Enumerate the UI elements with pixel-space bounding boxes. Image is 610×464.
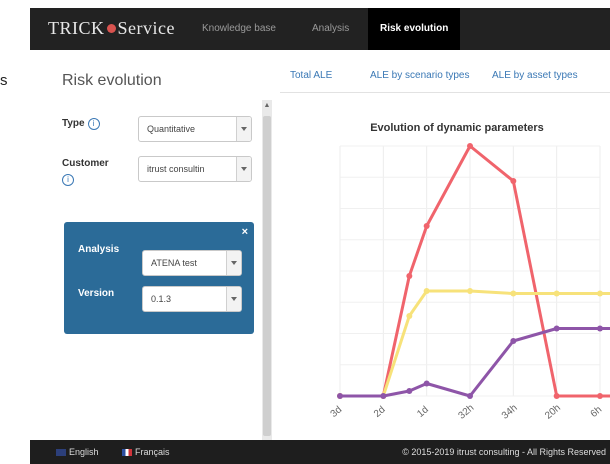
language-francais[interactable]: Français: [122, 447, 170, 457]
data-point-series-3: [467, 393, 473, 399]
analysis-selection-box: × Analysis ATENA test Version 0.1.3: [64, 222, 254, 334]
francais-label: Français: [135, 447, 170, 457]
footer: English Français © 2015-2019 itrust cons…: [30, 440, 610, 464]
stray-text: s: [0, 72, 8, 89]
data-point-series-1: [406, 273, 413, 279]
page-title: Risk evolution: [62, 72, 162, 89]
app-window: TRICK Service Knowledge base Analysis Ris…: [30, 8, 610, 464]
language-english[interactable]: English: [56, 447, 99, 457]
brand-prefix: TRICK: [48, 18, 105, 38]
data-point-series-3: [510, 338, 517, 344]
top-navbar: TRICK Service Knowledge base Analysis Ris…: [30, 8, 610, 50]
close-icon[interactable]: ×: [242, 226, 248, 238]
tabs-divider: [280, 92, 610, 93]
series-line-2: [338, 289, 610, 398]
french-flag-icon: [122, 449, 132, 457]
customer-label: Customer: [62, 158, 109, 169]
tab-ale-by-asset-types[interactable]: ALE by asset types: [492, 70, 578, 81]
analysis-chevron-down-icon[interactable]: [226, 251, 241, 275]
data-point-series-2: [553, 290, 560, 297]
data-point-series-1: [510, 178, 517, 184]
data-point-series-1: [423, 223, 430, 229]
data-point-series-2: [510, 290, 517, 297]
scroll-up-icon[interactable]: ▲: [263, 102, 271, 110]
english-flag-icon: [56, 449, 66, 457]
x-tick-label: 20h: [543, 403, 563, 422]
data-point-series-2: [406, 313, 413, 319]
data-point-series-3: [337, 393, 343, 399]
brand-logo[interactable]: TRICK Service: [48, 18, 175, 39]
analysis-label: Analysis: [78, 244, 120, 255]
line-chart: 3d 2d 1d 32h 34h 20h 6h: [329, 143, 610, 422]
data-point-series-1: [597, 393, 603, 399]
chart-title: Evolution of dynamic parameters: [370, 122, 544, 134]
analysis-select-value: ATENA test: [151, 258, 197, 268]
data-point-series-2: [423, 288, 430, 294]
scroll-thumb[interactable]: [263, 116, 271, 436]
copyright-text: © 2015-2019 itrust consulting - All Righ…: [402, 447, 606, 457]
type-label: Type i: [62, 118, 100, 130]
version-label: Version: [78, 288, 115, 299]
version-select-value: 0.1.3: [151, 294, 172, 304]
data-point-series-1: [553, 393, 560, 399]
data-point-series-3: [380, 393, 387, 399]
data-point-series-3: [406, 388, 413, 394]
filter-panel: Type i Quantitative Customer i itrust con…: [56, 100, 286, 440]
customer-select-value: itrust consultin: [147, 164, 205, 174]
nav-risk-evolution[interactable]: Risk evolution: [368, 8, 461, 50]
data-point-series-2: [597, 290, 603, 297]
x-tick-label: 2d: [372, 404, 388, 420]
brand-suffix: Service: [117, 18, 175, 38]
data-point-series-3: [553, 325, 560, 332]
x-tick-label: 3d: [329, 404, 345, 420]
data-point-series-3: [597, 325, 603, 332]
type-info-icon[interactable]: i: [87, 118, 100, 130]
customer-chevron-down-icon[interactable]: [236, 157, 251, 181]
type-select[interactable]: Quantitative: [138, 116, 252, 142]
nav-knowledge-base[interactable]: Knowledge base: [190, 8, 288, 50]
nav-analysis[interactable]: Analysis: [300, 8, 361, 50]
customer-select[interactable]: itrust consultin: [138, 156, 252, 182]
data-point-series-3: [423, 380, 430, 387]
x-tick-label: 1d: [415, 404, 431, 420]
analysis-select[interactable]: ATENA test: [142, 250, 242, 276]
type-chevron-down-icon[interactable]: [236, 117, 251, 141]
x-tick-label: 32h: [456, 403, 476, 422]
data-point-series-2: [467, 288, 473, 294]
x-tick-label: 6h: [589, 404, 605, 420]
version-select[interactable]: 0.1.3: [142, 286, 242, 312]
tab-ale-by-scenario-types[interactable]: ALE by scenario types: [370, 70, 470, 81]
type-label-text: Type: [62, 118, 85, 129]
version-chevron-down-icon[interactable]: [226, 287, 241, 311]
english-label: English: [69, 447, 99, 457]
data-point-series-1: [467, 143, 473, 149]
x-tick-label: 34h: [500, 403, 520, 422]
tab-total-ale[interactable]: Total ALE: [290, 70, 332, 81]
panel-scrollbar[interactable]: ▲: [262, 100, 272, 440]
type-select-value: Quantitative: [147, 124, 196, 134]
brand-dot-icon: [106, 24, 116, 34]
customer-info-icon[interactable]: i: [62, 174, 74, 186]
series-line-3: [338, 327, 610, 398]
